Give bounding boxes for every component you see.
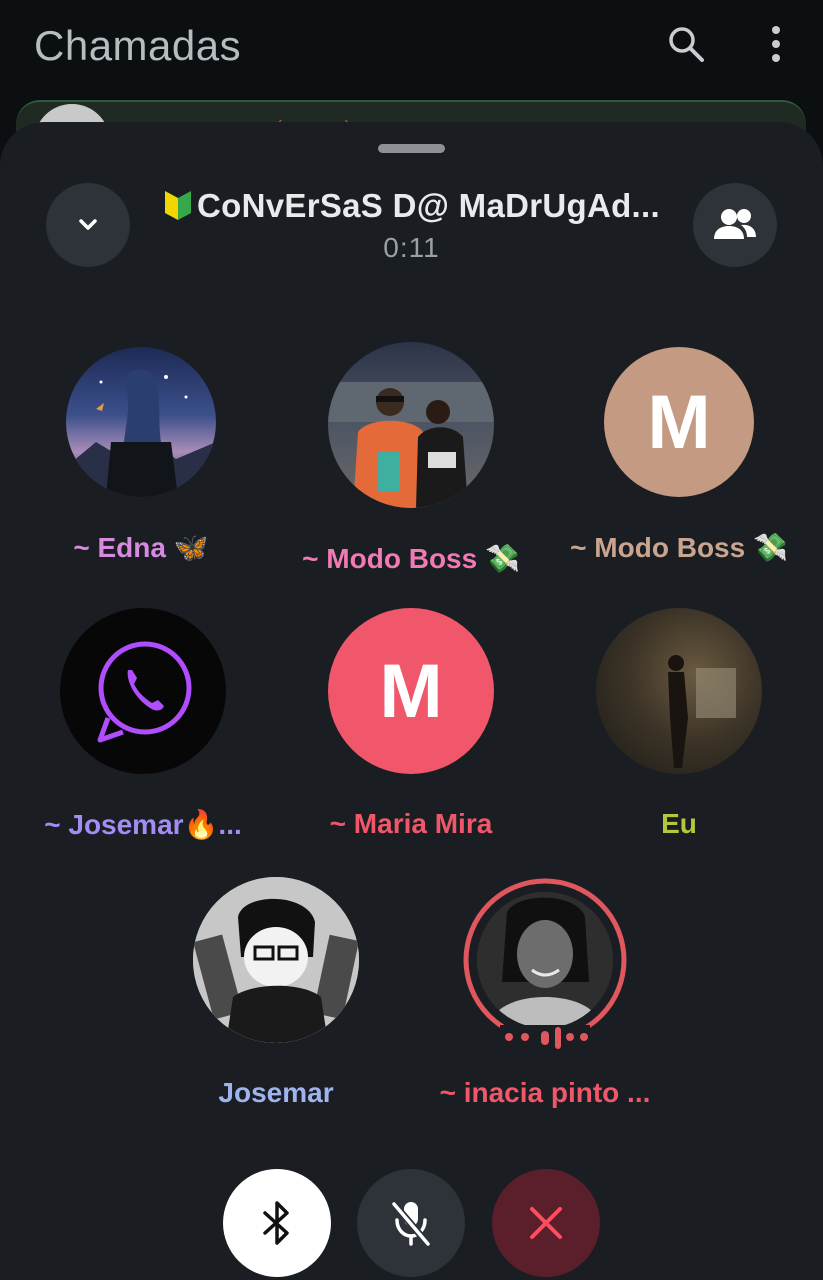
avatar-letter: M — [647, 379, 711, 465]
mic-off-icon — [390, 1200, 432, 1248]
participant-name: ~ Maria Mira — [329, 808, 493, 839]
participants-button[interactable] — [693, 183, 777, 267]
more-vert-icon[interactable] — [754, 22, 798, 66]
participant-tile[interactable]: Josemar — [146, 877, 406, 1109]
avatar-letter: M — [379, 648, 443, 734]
participant-tile[interactable]: ~ Josemar🔥... — [13, 608, 273, 841]
close-icon — [530, 1207, 562, 1239]
app-header: Chamadas — [0, 0, 823, 95]
sheet-grabber[interactable] — [378, 144, 445, 153]
participant-name: ~ inacia pinto ... — [439, 1077, 651, 1108]
group-name: CoNvErSaS D@ MaDrUgAd... — [197, 187, 660, 224]
participant-tile[interactable]: M ~ Maria Mira — [281, 608, 541, 840]
mute-button[interactable] — [357, 1169, 465, 1277]
avatar-photo — [193, 877, 359, 1043]
participant-name: ~ Josemar🔥... — [44, 809, 242, 840]
avatar-photo — [328, 382, 494, 508]
end-call-button[interactable] — [492, 1169, 600, 1277]
participant-name: ~ Modo Boss 💸 — [302, 543, 520, 574]
chevron-down-icon — [79, 219, 97, 230]
avatar-photo — [477, 892, 613, 1028]
participant-name: Josemar — [218, 1077, 334, 1108]
avatar — [66, 347, 216, 497]
avatar: M — [604, 347, 754, 497]
avatar-photo — [668, 655, 736, 768]
voice-chat-sheet: CoNvErSaS D@ MaDrUgAd... 0:11 ~ Edna 🦋 ~… — [0, 122, 823, 1280]
participant-tile[interactable]: ~ Modo Boss 💸 — [281, 342, 541, 575]
participant-name: Eu — [661, 808, 697, 839]
participant-tile[interactable]: M ~ Modo Boss 💸 — [549, 347, 809, 564]
avatar — [193, 877, 359, 1043]
avatar — [60, 608, 226, 774]
audio-level-icon — [500, 1025, 590, 1049]
participant-tile-speaking[interactable]: ~ inacia pinto ... — [415, 877, 675, 1109]
bluetooth-button[interactable] — [223, 1169, 331, 1277]
collapse-button[interactable] — [46, 183, 130, 267]
group-title: CoNvErSaS D@ MaDrUgAd... — [140, 187, 683, 225]
avatar — [477, 892, 613, 1028]
avatar — [328, 342, 494, 508]
avatar: M — [328, 608, 494, 774]
participant-tile[interactable]: Eu — [549, 608, 809, 840]
page-title: Chamadas — [34, 22, 242, 69]
participant-name: ~ Edna 🦋 — [73, 532, 209, 563]
group-icon — [714, 209, 756, 239]
speaking-indicator — [462, 877, 628, 1049]
search-icon[interactable] — [664, 22, 708, 66]
avatar-photo — [66, 369, 216, 497]
whatsapp-icon — [97, 641, 192, 743]
bluetooth-icon — [263, 1201, 289, 1245]
beginner-badge-icon — [165, 191, 192, 220]
participant-name: ~ Modo Boss 💸 — [570, 532, 788, 563]
call-timer: 0:11 — [383, 232, 440, 263]
avatar — [596, 608, 762, 774]
participant-tile[interactable]: ~ Edna 🦋 — [11, 347, 271, 564]
